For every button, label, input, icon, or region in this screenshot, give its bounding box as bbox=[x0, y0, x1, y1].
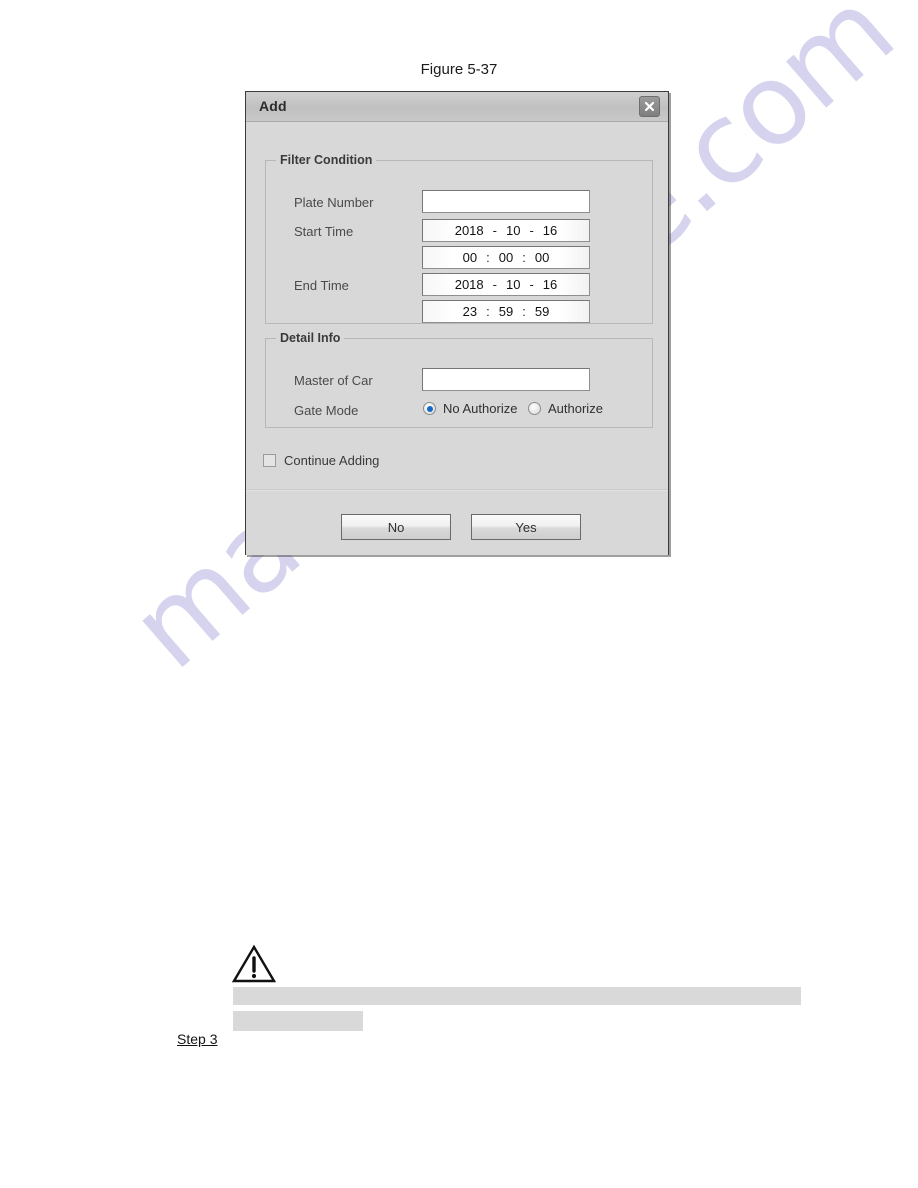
no-button[interactable]: No bbox=[341, 514, 451, 540]
footer-divider bbox=[246, 489, 668, 491]
end-time-hour[interactable]: 23 bbox=[460, 304, 480, 319]
start-time-sep-1: : bbox=[486, 250, 490, 265]
end-time-minute[interactable]: 59 bbox=[496, 304, 516, 319]
end-date-month[interactable]: 10 bbox=[503, 277, 523, 292]
redacted-text-bar bbox=[233, 987, 801, 1005]
start-time-sep-2: : bbox=[522, 250, 526, 265]
end-time-sep-2: : bbox=[522, 304, 526, 319]
figure-caption: Figure 5-37 bbox=[420, 61, 498, 78]
end-date-sep-1: - bbox=[492, 277, 497, 292]
dialog-body: Filter Condition Plate Number Start Time… bbox=[246, 122, 668, 555]
filter-condition-legend: Filter Condition bbox=[276, 153, 377, 167]
yes-button[interactable]: Yes bbox=[471, 514, 581, 540]
radio-unselected-icon[interactable] bbox=[528, 402, 541, 415]
end-date-year[interactable]: 2018 bbox=[452, 277, 487, 292]
end-time-second[interactable]: 59 bbox=[532, 304, 552, 319]
detail-info-legend: Detail Info bbox=[276, 331, 345, 345]
start-time-label: Start Time bbox=[294, 224, 354, 239]
end-time-label: End Time bbox=[294, 278, 349, 293]
gate-mode-label: Gate Mode bbox=[294, 403, 359, 418]
close-icon[interactable] bbox=[639, 96, 660, 117]
master-of-car-label: Master of Car bbox=[294, 373, 373, 388]
checkbox-unchecked-icon[interactable] bbox=[263, 454, 276, 467]
radio-selected-icon[interactable] bbox=[423, 402, 436, 415]
end-date-sep-2: - bbox=[529, 277, 534, 292]
end-date-day[interactable]: 16 bbox=[540, 277, 560, 292]
start-time-hour[interactable]: 00 bbox=[460, 250, 480, 265]
start-date-spinbox[interactable]: 2018 - 10 - 16 bbox=[422, 219, 590, 242]
add-dialog: Add Filter Condition Plate Number Start … bbox=[245, 91, 669, 555]
warning-triangle-icon bbox=[231, 944, 277, 989]
plate-number-input[interactable] bbox=[422, 190, 590, 213]
start-date-day[interactable]: 16 bbox=[540, 223, 560, 238]
start-date-month[interactable]: 10 bbox=[503, 223, 523, 238]
end-time-sep-1: : bbox=[486, 304, 490, 319]
gate-mode-option-label: No Authorize bbox=[443, 401, 518, 416]
start-date-sep-2: - bbox=[529, 223, 534, 238]
end-time-spinbox[interactable]: 23 : 59 : 59 bbox=[422, 300, 590, 323]
start-time-minute[interactable]: 00 bbox=[496, 250, 516, 265]
end-date-spinbox[interactable]: 2018 - 10 - 16 bbox=[422, 273, 590, 296]
plate-number-label: Plate Number bbox=[294, 195, 374, 210]
redacted-text-bar bbox=[233, 1011, 363, 1031]
gate-mode-option-label: Authorize bbox=[548, 401, 603, 416]
dialog-title: Add bbox=[259, 98, 287, 114]
continue-adding-label: Continue Adding bbox=[284, 453, 380, 468]
dialog-titlebar[interactable]: Add bbox=[246, 92, 668, 122]
master-of-car-input[interactable] bbox=[422, 368, 590, 391]
start-time-spinbox[interactable]: 00 : 00 : 00 bbox=[422, 246, 590, 269]
step-label: Step 3 bbox=[177, 1031, 218, 1047]
gate-mode-option-no-authorize[interactable]: No Authorize bbox=[423, 401, 517, 416]
start-time-second[interactable]: 00 bbox=[532, 250, 552, 265]
continue-adding-checkbox-row[interactable]: Continue Adding bbox=[263, 453, 379, 468]
start-date-year[interactable]: 2018 bbox=[452, 223, 487, 238]
gate-mode-option-authorize[interactable]: Authorize bbox=[528, 401, 603, 416]
start-date-sep-1: - bbox=[492, 223, 497, 238]
